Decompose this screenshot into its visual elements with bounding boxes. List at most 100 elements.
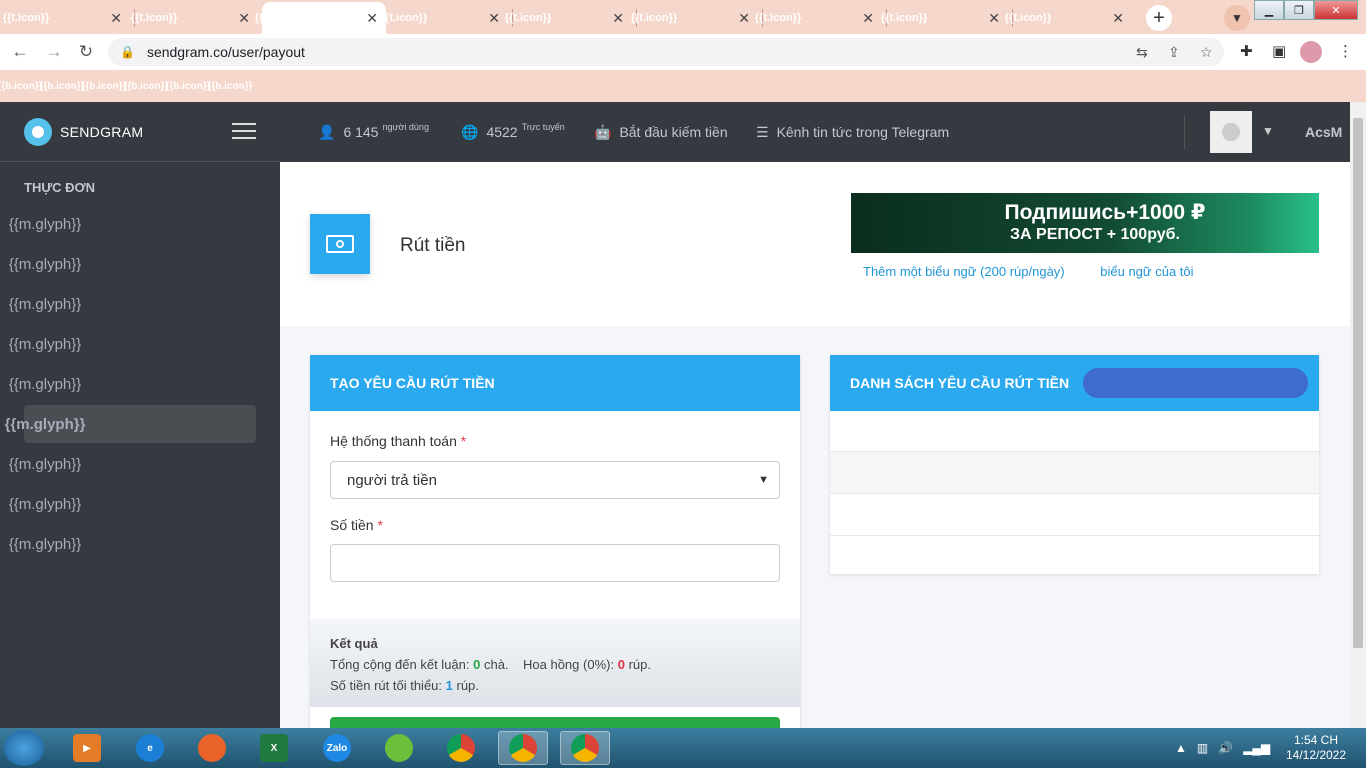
table-cell [1196, 450, 1319, 493]
sidebar-item[interactable]: {{m.glyph}} [9, 205, 256, 243]
tab-search-icon[interactable]: ▼ [1224, 5, 1250, 31]
chevron-down-icon[interactable]: ▼ [1262, 124, 1274, 138]
browser-tab[interactable]: {{t.icon}} ✕ [254, 2, 386, 34]
start-button[interactable] [4, 730, 44, 766]
nav-news-link[interactable]: ☰ Kênh tin tức trong Telegram [756, 102, 949, 162]
bookmark-item[interactable]: {{b.icon}} [81, 78, 127, 94]
ad-banner[interactable]: Подпишись+1000 ₽ ЗА РЕПОСТ + 100руб. [851, 193, 1319, 253]
firefox-icon[interactable] [187, 731, 237, 765]
withdraw-request-card: TẠO YÊU CẦU RÚT TIỀN Hệ thống thanh toán… [310, 355, 800, 728]
media-player-icon[interactable]: ▶ [62, 731, 112, 765]
forward-icon[interactable]: → [42, 40, 66, 64]
my-banners-link[interactable]: biểu ngữ của tôi [1100, 264, 1193, 279]
nav-earn-link[interactable]: 🤖 Bắt đầu kiếm tiền [594, 102, 728, 162]
maximize-icon[interactable]: ❐ [1284, 0, 1314, 20]
sidebar-item[interactable]: {{m.glyph}} [9, 485, 256, 523]
{{m.icon}}: {{m.glyph}} [4, 415, 86, 433]
close-tab-icon[interactable]: ✕ [238, 10, 250, 27]
{{m.icon}}: {{m.glyph}} [8, 455, 82, 473]
share-icon[interactable]: ⇪ [1168, 38, 1180, 66]
tray-arrow-icon[interactable]: ▲ [1175, 741, 1187, 755]
browser-tab[interactable]: {{t.icon}} ✕ [505, 2, 632, 34]
bookmark-icon: {{b.icon}} [81, 80, 127, 92]
username[interactable]: AcsM [1305, 124, 1342, 140]
status-filter [1083, 368, 1308, 398]
browser-tab[interactable]: {{t.icon}} ✕ [130, 2, 258, 34]
bookmark-item[interactable]: {{b.icon}} [165, 78, 211, 94]
page-scrollbar[interactable] [1350, 102, 1366, 728]
close-tab-icon[interactable]: ✕ [366, 10, 378, 27]
sidebar-item[interactable]: {{m.glyph}} [8, 525, 256, 563]
signal-icon[interactable]: ▂▄▆ [1243, 741, 1270, 755]
avatar[interactable] [1210, 111, 1252, 153]
bookmark-icon: {{b.icon}} [123, 80, 169, 92]
chrome-icon[interactable] [436, 731, 486, 765]
bookmark-item[interactable]: {{b.icon}} [123, 78, 169, 94]
clock[interactable]: 1:54 CH 14/12/2022 [1276, 733, 1356, 763]
bookmark-item[interactable]: {{b.icon}} [40, 78, 85, 94]
tab-favicon-icon: {{t.icon}} [130, 12, 178, 24]
sidebar-item[interactable]: {{m.glyph}} [9, 325, 256, 363]
sidebar-item[interactable]: {{m.glyph}} [9, 365, 256, 403]
browser-tab[interactable]: {{t.icon}} ✕ [3, 2, 130, 34]
sidebar-item[interactable]: {{m.glyph}} [4, 405, 256, 443]
zalo-icon[interactable]: Zalo [312, 731, 362, 765]
close-tab-icon[interactable]: ✕ [612, 10, 624, 27]
close-tab-icon[interactable]: ✕ [988, 10, 1000, 27]
close-tab-icon[interactable]: ✕ [110, 10, 122, 27]
menu-header: THỰC ĐƠN [24, 180, 95, 195]
browser-tab[interactable]: {{t.icon}} ✕ [1005, 2, 1132, 34]
window-controls: ▁ ❐ ✕ [1254, 0, 1358, 20]
browser-tab[interactable]: {{t.icon}} ✕ [881, 2, 1008, 34]
close-window-icon[interactable]: ✕ [1314, 0, 1358, 20]
bookmark-star-icon[interactable]: ☆ [1200, 38, 1213, 66]
network-tray-icon[interactable]: ▥ [1197, 741, 1208, 755]
hamburger-menu-icon[interactable] [232, 123, 256, 141]
table-row [830, 450, 1319, 493]
payment-system-select[interactable]: người trả tiền ▼ [330, 461, 780, 499]
reload-icon[interactable]: ↻ [74, 40, 98, 64]
withdraw-table [830, 411, 1319, 575]
clock-time: 1:54 CH [1293, 733, 1339, 747]
volume-icon[interactable]: 🔊 [1218, 741, 1233, 755]
close-tab-icon[interactable]: ✕ [488, 10, 500, 27]
chrome-active-icon[interactable] [560, 731, 610, 765]
user-icon: 👤 [318, 123, 336, 140]
profile-avatar-icon[interactable] [1300, 41, 1322, 63]
internet-explorer-icon[interactable]: e [125, 731, 175, 765]
bookmark-item[interactable]: {{b.icon}} [0, 78, 43, 94]
side-panel-icon[interactable]: ▣ [1272, 42, 1286, 60]
bookmark-item[interactable]: {{b.icon}} [208, 78, 253, 94]
extensions-icon[interactable]: ✚ [1240, 42, 1253, 60]
payment-system-value: người trả tiền [347, 471, 437, 489]
system-tray: ▲ ▥ 🔊 ▂▄▆ [1175, 728, 1280, 768]
close-tab-icon[interactable]: ✕ [738, 10, 750, 27]
browser-tab[interactable]: {{t.icon}} ✕ [755, 2, 882, 34]
minimize-icon[interactable]: ▁ [1254, 0, 1284, 20]
excel-icon[interactable]: X [249, 731, 299, 765]
browser-tab[interactable]: {{t.icon}} ✕ [381, 2, 508, 34]
users-label: người dùng [382, 122, 429, 132]
sidebar-item[interactable]: {{m.glyph}} [9, 285, 256, 323]
chrome-profile-icon[interactable] [498, 731, 548, 765]
close-tab-icon[interactable]: ✕ [1112, 10, 1124, 27]
submit-button[interactable] [330, 717, 780, 728]
tab-favicon-icon: {{t.icon}} [254, 12, 302, 24]
new-tab-button[interactable]: + [1146, 5, 1172, 31]
add-banner-link[interactable]: Thêm một biểu ngữ (200 rúp/ngày) [863, 264, 1065, 279]
back-icon[interactable]: ← [8, 40, 32, 64]
browser-tab[interactable]: {{t.icon}} ✕ [631, 2, 758, 34]
sidebar-item[interactable]: {{m.glyph}} [8, 445, 256, 483]
payout-icon [310, 214, 370, 274]
top-navbar: 👤 6 145 người dùng 🌐 4522 Trực tuyến 🤖 B… [280, 102, 1350, 162]
nav-news-label: Kênh tin tức trong Telegram [776, 124, 950, 140]
coccoc-icon[interactable] [374, 731, 424, 765]
menu-dots-icon[interactable]: ⋮ [1338, 42, 1353, 60]
translate-icon[interactable]: ⇆ [1136, 38, 1148, 66]
bookmark-icon: {{b.icon}} [165, 80, 211, 92]
amount-input[interactable] [330, 544, 780, 582]
address-bar[interactable]: 🔒 sendgram.co/user/payout ⇆ ⇪ ☆ [108, 38, 1224, 66]
{{m.icon}}: {{m.glyph}} [8, 535, 82, 553]
close-tab-icon[interactable]: ✕ [862, 10, 874, 27]
sidebar-item[interactable]: {{m.glyph}} [9, 245, 256, 283]
